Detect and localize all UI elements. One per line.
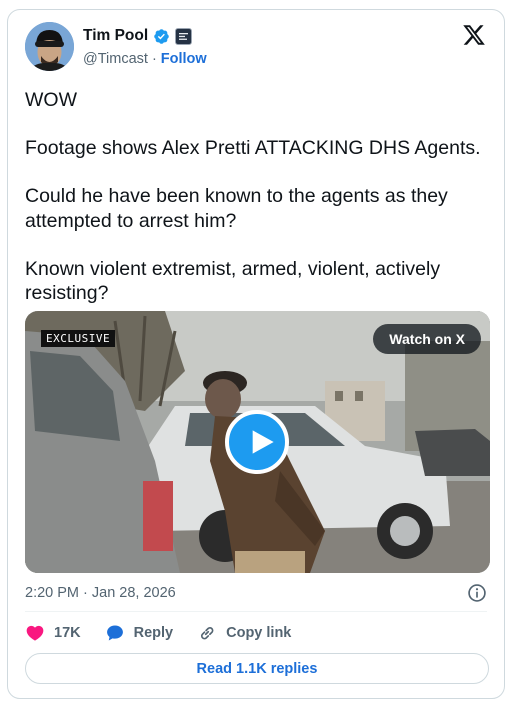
author-handle-row: @Timcast · Follow [83,49,207,69]
avatar[interactable] [25,22,74,71]
watch-on-x-button[interactable]: Watch on X [373,324,481,354]
read-replies-button[interactable]: Read 1.1K replies [25,653,489,684]
x-logo-icon[interactable] [462,23,486,47]
tweet-paragraph: Could he have been known to the agents a… [25,185,448,232]
copy-link-label: Copy link [226,625,292,641]
action-bar: 17K Reply Copy link [25,622,315,644]
author-handle[interactable]: @Timcast [83,51,148,67]
like-button[interactable]: 17K [25,623,81,643]
author-name[interactable]: Tim Pool [83,27,148,45]
reply-bubble-icon [106,625,123,641]
play-button[interactable] [225,410,289,474]
link-icon [201,627,214,640]
author-name-row: Tim Pool [83,25,193,47]
affiliate-badge-icon[interactable] [175,27,193,45]
heart-icon [26,625,44,641]
tweet-text: WOW Footage shows Alex Pretti ATTACKING … [25,88,495,306]
timestamp[interactable]: 2:20 PM · Jan 28, 2026 [25,583,176,603]
verified-badge-icon [154,28,169,44]
divider [25,611,487,612]
tweet-paragraph: Known violent extremist, armed, violent,… [25,257,441,305]
like-count: 17K [54,625,81,641]
tweet-paragraph: WOW [25,89,77,111]
handle-separator: · [151,51,157,67]
video-player[interactable]: EXCLUSIVE Watch on X [25,311,490,573]
reply-label: Reply [133,625,174,641]
reply-button[interactable]: Reply [105,623,174,643]
follow-button[interactable]: Follow [161,51,207,67]
avatar-photo [25,22,74,71]
affiliate-logo-icon [178,30,190,42]
copy-link-button[interactable]: Copy link [197,623,291,643]
exclusive-badge: EXCLUSIVE [41,330,116,347]
tweet-card[interactable]: Tim Pool @Timcast · Follow WOW Footage s… [7,9,505,699]
tweet-paragraph: Footage shows Alex Pretti ATTACKING DHS … [25,137,481,159]
play-icon [252,430,274,454]
info-icon[interactable] [467,583,487,603]
